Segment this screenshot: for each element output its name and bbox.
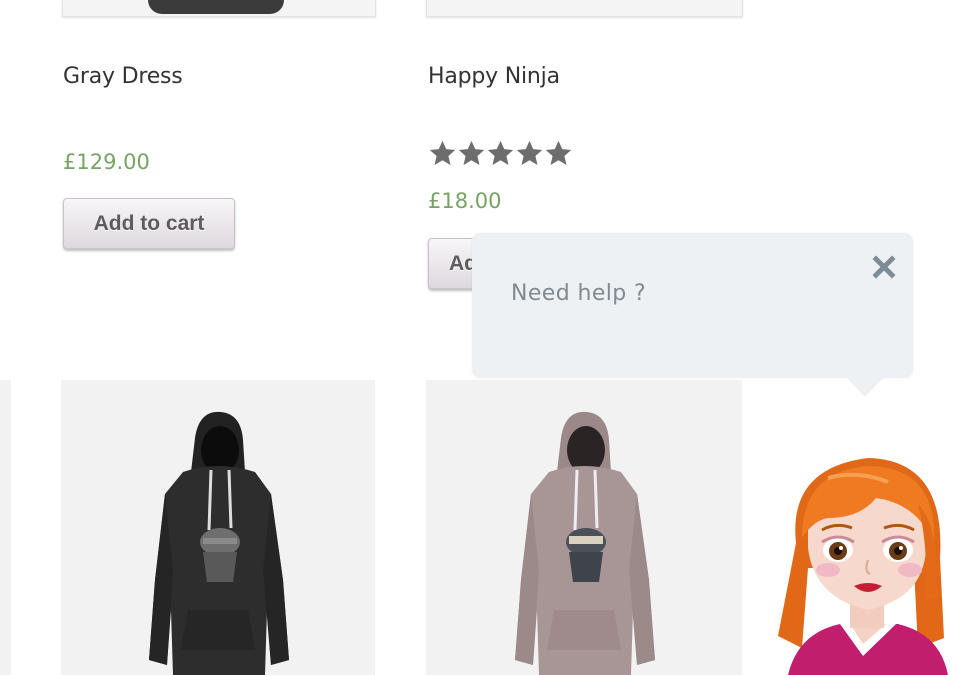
help-bubble[interactable]: Need help ? [472,233,913,397]
product-image-black-ninja-hoodie[interactable] [61,380,375,675]
product-image-happy-ninja[interactable] [426,0,743,17]
shop-page: Gray Dress £129.00 Add to cart Happy Nin… [0,0,963,675]
hoodie-image [515,411,655,675]
star-rating [428,139,573,168]
dress-hem [148,0,284,14]
star-icon [458,140,485,165]
support-avatar[interactable] [768,448,958,675]
product-price-happy-ninja: £18.00 [428,189,502,213]
product-title-gray-dress[interactable]: Gray Dress [63,64,183,89]
product-image-partial[interactable] [0,380,11,675]
star-icon [429,140,456,165]
close-icon[interactable] [870,253,898,281]
star-icon [487,140,514,165]
star-icon [545,140,572,165]
hoodie-image [149,411,289,675]
product-title-happy-ninja[interactable]: Happy Ninja [428,64,560,89]
avatar-illustration [778,458,948,675]
help-message: Need help ? [511,281,647,306]
product-image-pink-ninja-hoodie[interactable] [426,380,742,675]
star-icon [516,140,543,165]
product-image-gray-dress[interactable] [62,0,376,17]
add-to-cart-button-gray-dress[interactable]: Add to cart [63,198,235,250]
product-price-gray-dress: £129.00 [63,150,150,174]
